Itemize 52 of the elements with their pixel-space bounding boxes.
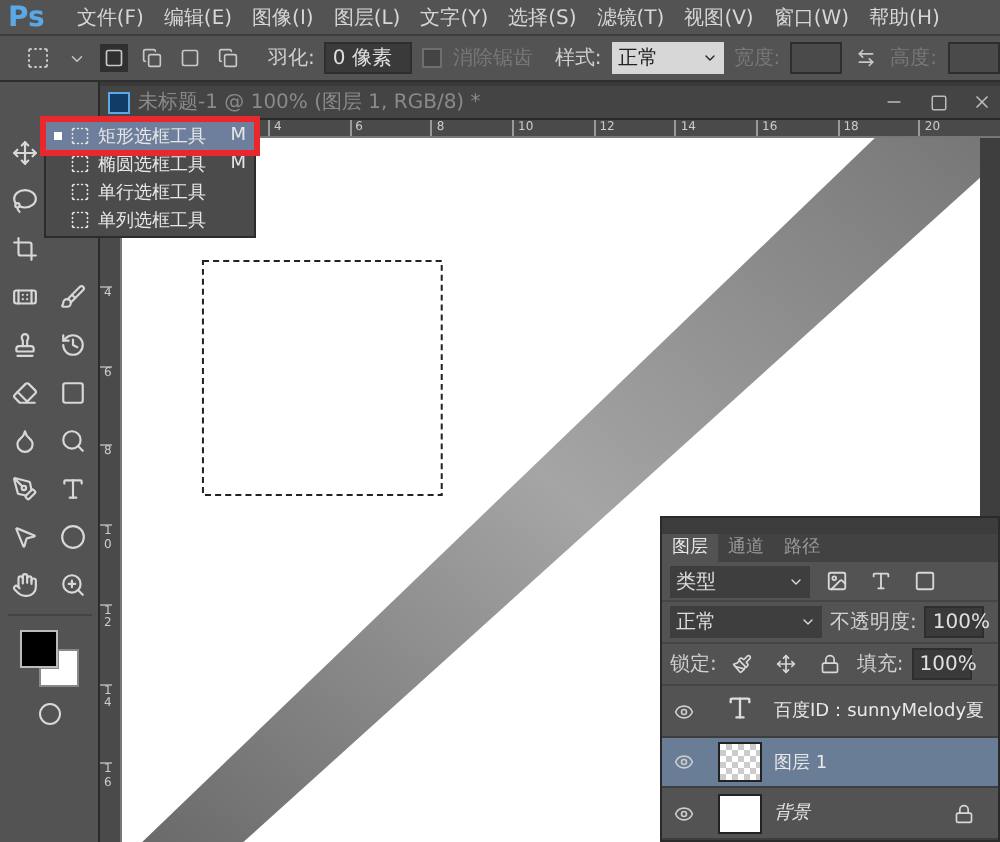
layer-thumbnail: [718, 793, 762, 834]
fill-label: 填充:: [856, 651, 904, 679]
caret-icon: [701, 50, 718, 66]
panel-tab[interactable]: 通道: [718, 533, 774, 562]
dashed-square-icon: [70, 154, 90, 174]
layer-name: 百度ID：sunnyMelody夏: [774, 699, 987, 724]
dashed-square-icon: [70, 126, 90, 146]
foreground-color-swatch[interactable]: [19, 630, 57, 668]
layer-name: 背景: [774, 801, 813, 827]
dashed-square-icon: [70, 210, 90, 230]
selection-mode-button[interactable]: [214, 44, 242, 72]
menu-item[interactable]: 视图(V): [684, 3, 754, 31]
feather-input[interactable]: 0 像素: [324, 42, 413, 74]
menu-item[interactable]: 窗口(W): [773, 3, 850, 31]
document-icon: [108, 91, 130, 113]
layer-thumbnail: [718, 742, 762, 783]
selection-mode-button[interactable]: [100, 44, 128, 72]
menu-item[interactable]: 文件(F): [76, 3, 144, 31]
scrollbar[interactable]: [980, 138, 1000, 516]
lock-label: 锁定:: [670, 651, 717, 679]
menu-item[interactable]: 图层(L): [333, 3, 401, 31]
fill-input[interactable]: 100%: [911, 648, 972, 681]
background-color-swatch[interactable]: [38, 649, 78, 687]
panel-tab[interactable]: 路径: [774, 533, 830, 562]
opacity-label: 不透明度:: [830, 609, 917, 637]
menu-item[interactable]: 帮助(H): [869, 3, 940, 31]
marquee-tool-icon[interactable]: [24, 44, 52, 72]
menu-item[interactable]: 滤镜(T): [596, 3, 665, 31]
selection-mode-button[interactable]: [176, 44, 204, 72]
layer-row[interactable]: 背景: [662, 788, 998, 841]
height-input[interactable]: [947, 42, 999, 74]
panel-tab[interactable]: 图层: [662, 533, 718, 562]
menu-item[interactable]: 文字(Y): [420, 3, 489, 31]
flyout-menu-item[interactable]: 单行选框工具: [46, 178, 254, 206]
style-select[interactable]: 正常: [611, 42, 724, 74]
menu-item[interactable]: 选择(S): [508, 3, 577, 31]
selection-mode-button[interactable]: [138, 44, 166, 72]
layer-name: 图层 1: [774, 751, 830, 776]
blend-mode-select[interactable]: 正常: [670, 606, 822, 639]
bullet-icon: [54, 132, 62, 140]
feather-label: 羽化:: [268, 46, 315, 72]
layer-row[interactable]: 图层 1: [662, 737, 998, 789]
opacity-input[interactable]: 100%: [924, 606, 985, 639]
flyout-menu-item[interactable]: 矩形选框工具 M: [46, 122, 254, 150]
flyout-menu-item[interactable]: 单列选框工具: [46, 206, 254, 234]
width-input[interactable]: [790, 42, 843, 74]
menu-item[interactable]: 编辑(E): [163, 3, 233, 31]
menu-item[interactable]: 图像(I): [252, 3, 314, 31]
style-label: 样式:: [554, 45, 602, 72]
app-logo: Ps: [8, 1, 45, 33]
dashed-square-icon: [70, 182, 90, 202]
filter-select[interactable]: 类型: [670, 565, 810, 598]
